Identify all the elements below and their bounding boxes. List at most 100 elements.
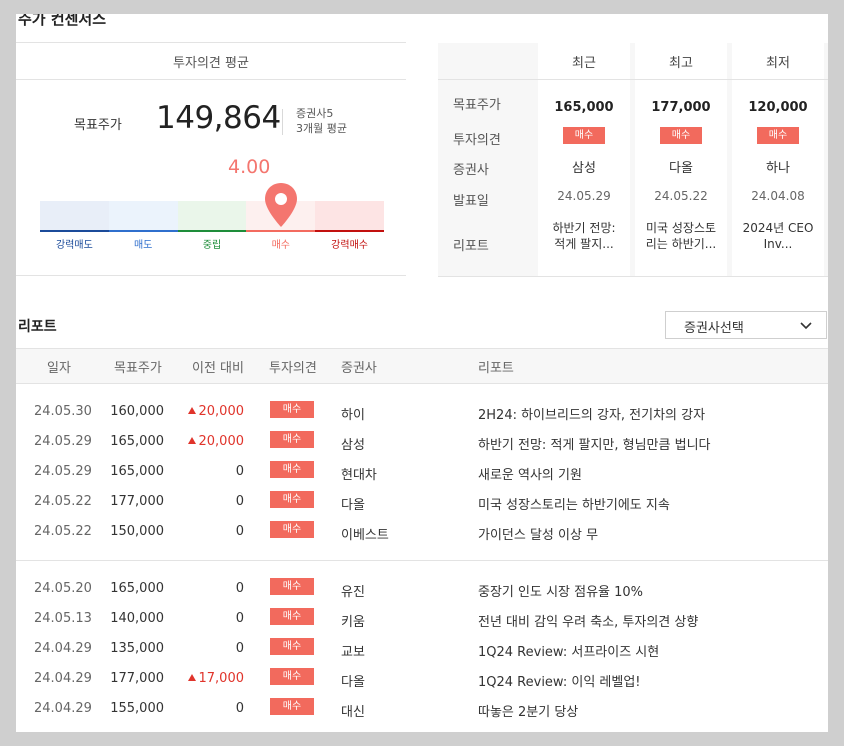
column-header-opinion: 투자의견 bbox=[269, 361, 317, 376]
report-title-link[interactable]: 2H24: 하이브리드의 강자, 전기차의 강자 bbox=[478, 404, 705, 423]
recent-date: 24.05.22 bbox=[654, 189, 708, 203]
report-change: 0 bbox=[182, 611, 244, 626]
opinion-badge: 매수 bbox=[563, 127, 605, 144]
report-change-value: 0 bbox=[235, 701, 244, 716]
report-date: 24.05.20 bbox=[34, 581, 92, 596]
report-title-link[interactable]: 1Q24 Review: 이익 레벨업! bbox=[478, 671, 641, 690]
gauge-segment bbox=[177, 201, 247, 231]
report-date: 24.05.13 bbox=[34, 611, 92, 626]
opinion-badge: 매수 bbox=[270, 578, 314, 595]
report-row[interactable]: 24.04.29 177,000 17,000 매수 다올 1Q24 Review: 이익… bbox=[16, 665, 828, 695]
report-row[interactable]: 24.05.22 177,000 0 매수 다올 미국 성장스토리는 하반기에도 지속 bbox=[16, 488, 828, 518]
recent-header-highest: 최고 bbox=[669, 56, 693, 71]
report-change: 17,000 bbox=[182, 671, 244, 686]
report-row[interactable]: 24.05.22 150,000 0 매수 이베스트 가이던스 달성 이상 무 bbox=[16, 518, 828, 548]
opinion-badge: 매수 bbox=[660, 127, 702, 144]
report-change: 0 bbox=[182, 494, 244, 509]
report-target-price: 165,000 bbox=[110, 581, 164, 596]
opinion-badge: 매수 bbox=[757, 127, 799, 144]
recent-report-link[interactable]: 미국 성장스토 리는 하반기... bbox=[635, 220, 727, 252]
gauge-segment bbox=[40, 201, 109, 231]
opinion-score: 4.00 bbox=[228, 156, 271, 178]
report-broker: 하이 bbox=[341, 408, 365, 423]
report-target-price: 165,000 bbox=[110, 464, 164, 479]
report-change-value: 0 bbox=[235, 494, 244, 509]
opinion-badge: 매수 bbox=[270, 608, 314, 625]
report-title-link[interactable]: 따놓은 2분기 당상 bbox=[478, 701, 578, 720]
divider bbox=[282, 109, 283, 135]
divider bbox=[438, 79, 828, 80]
column-header-change: 이전 대비 bbox=[192, 361, 244, 376]
report-broker: 다올 bbox=[341, 498, 365, 513]
report-broker: 교보 bbox=[341, 645, 365, 660]
report-title-link[interactable]: 미국 성장스토리는 하반기에도 지속 bbox=[478, 494, 670, 513]
report-row[interactable]: 24.05.13 140,000 0 매수 키움 전년 대비 감익 우려 축소, 투자의견… bbox=[16, 605, 828, 635]
report-date: 24.05.22 bbox=[34, 524, 92, 539]
recent-opinion-cell: 매수 bbox=[635, 127, 727, 144]
report-row[interactable]: 24.05.29 165,000 20,000 매수 삼성 하반기 전망: 적게 팔지만,… bbox=[16, 428, 828, 458]
report-date: 24.04.29 bbox=[34, 671, 92, 686]
report-date: 24.04.29 bbox=[34, 641, 92, 656]
score-marker-icon bbox=[264, 182, 298, 232]
report-target-price: 135,000 bbox=[110, 641, 164, 656]
report-change-value: 0 bbox=[235, 524, 244, 539]
report-target-price: 160,000 bbox=[110, 404, 164, 419]
report-change: 20,000 bbox=[182, 434, 244, 449]
report-date: 24.05.29 bbox=[34, 434, 92, 449]
gauge-segment bbox=[108, 201, 178, 231]
period-label: 3개월 평균 bbox=[296, 122, 347, 135]
report-opinion-cell: 매수 bbox=[270, 638, 314, 655]
opinion-badge: 매수 bbox=[270, 668, 314, 685]
report-opinion-cell: 매수 bbox=[270, 431, 314, 448]
report-date: 24.05.22 bbox=[34, 494, 92, 509]
report-broker: 이베스트 bbox=[341, 528, 389, 543]
report-title-link[interactable]: 가이던스 달성 이상 무 bbox=[478, 524, 598, 543]
target-price-label: 목표주가 bbox=[74, 118, 122, 133]
report-change: 20,000 bbox=[182, 404, 244, 419]
report-title-link[interactable]: 중장기 인도 시장 점유율 10% bbox=[478, 581, 643, 600]
recent-broker: 삼성 bbox=[572, 161, 596, 176]
broker-select-label: 증권사선택 bbox=[684, 321, 744, 336]
recent-broker: 다올 bbox=[669, 161, 693, 176]
report-broker: 유진 bbox=[341, 585, 365, 600]
recent-report-line: Inv... bbox=[763, 237, 793, 251]
report-row[interactable]: 24.05.30 160,000 20,000 매수 하이 2H24: 하이브리드의 강자… bbox=[16, 398, 828, 428]
report-opinion-cell: 매수 bbox=[270, 668, 314, 685]
recent-target-price: 177,000 bbox=[651, 100, 711, 115]
report-broker: 다올 bbox=[341, 675, 365, 690]
report-title-link[interactable]: 하반기 전망: 적게 팔지만, 형님만큼 법니다 bbox=[478, 434, 711, 453]
report-broker: 키움 bbox=[341, 615, 365, 630]
divider bbox=[16, 42, 406, 43]
recent-opinion-cell: 매수 bbox=[538, 127, 630, 144]
report-change-value: 0 bbox=[235, 611, 244, 626]
report-title-link[interactable]: 전년 대비 감익 우려 축소, 투자의견 상향 bbox=[478, 611, 698, 630]
gauge-segment-line bbox=[177, 230, 247, 232]
consensus-card: 주가 컨센서스 투자의견 평균 목표주가 149,864 증권사5 3개월 평균… bbox=[16, 14, 828, 732]
report-opinion-cell: 매수 bbox=[270, 698, 314, 715]
opinion-badge: 매수 bbox=[270, 461, 314, 478]
recent-report-line: 리는 하반기... bbox=[645, 237, 717, 251]
report-broker: 삼성 bbox=[341, 438, 365, 453]
chevron-down-icon bbox=[800, 322, 812, 330]
gauge-label: 매도 bbox=[133, 240, 153, 251]
report-opinion-cell: 매수 bbox=[270, 461, 314, 478]
report-title-link[interactable]: 1Q24 Review: 서프라이즈 시현 bbox=[478, 641, 659, 660]
recent-report-link[interactable]: 하반기 전망: 적게 팔지... bbox=[538, 220, 630, 252]
broker-select[interactable]: 증권사선택 bbox=[665, 311, 827, 339]
row-label-opinion: 투자의견 bbox=[453, 133, 501, 148]
recent-header-lowest: 최저 bbox=[766, 56, 790, 71]
up-arrow-icon bbox=[187, 437, 196, 444]
gauge-label: 중립 bbox=[202, 240, 222, 251]
report-opinion-cell: 매수 bbox=[270, 521, 314, 538]
report-date: 24.05.30 bbox=[34, 404, 92, 419]
report-row[interactable]: 24.04.29 135,000 0 매수 교보 1Q24 Review: 서프라이즈 시… bbox=[16, 635, 828, 665]
column-header-target: 목표주가 bbox=[114, 361, 162, 376]
report-row[interactable]: 24.04.29 155,000 0 매수 대신 따놓은 2분기 당상 bbox=[16, 695, 828, 725]
recent-report-link[interactable]: 2024년 CEO Inv... bbox=[732, 220, 824, 252]
row-label-broker: 증권사 bbox=[453, 163, 489, 178]
report-row[interactable]: 24.05.20 165,000 0 매수 유진 중장기 인도 시장 점유율 10% bbox=[16, 575, 828, 605]
report-change: 0 bbox=[182, 524, 244, 539]
report-row[interactable]: 24.05.29 165,000 0 매수 현대차 새로운 역사의 기원 bbox=[16, 458, 828, 488]
recent-report-line: 2024년 CEO bbox=[742, 221, 814, 235]
report-title-link[interactable]: 새로운 역사의 기원 bbox=[478, 464, 582, 483]
